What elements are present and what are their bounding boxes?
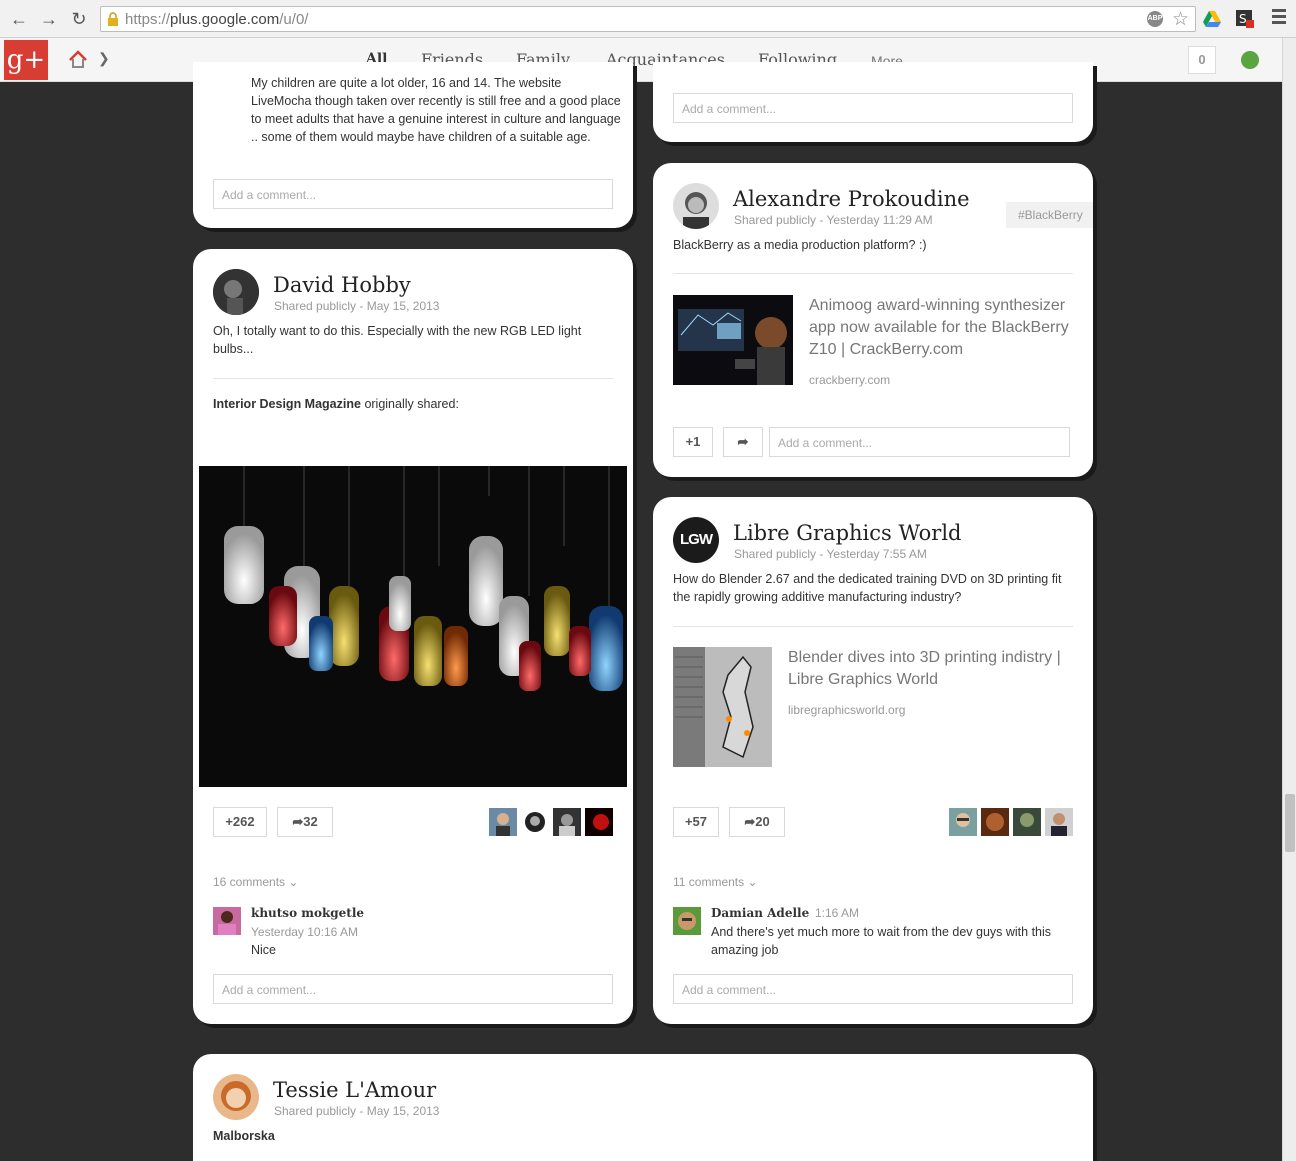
post-card-top-right: Add a comment... [653,62,1093,142]
post-text: How do Blender 2.67 and the dedicated tr… [673,572,1062,604]
link-domain[interactable]: libregraphicsworld.org [788,703,905,717]
bookmark-star-icon[interactable]: ☆ [1172,8,1189,31]
chevron-right-icon[interactable]: ❯ [98,50,110,67]
avatar[interactable] [489,808,517,836]
chevron-down-icon: ⌄ [288,875,299,889]
home-icon[interactable] [68,50,88,68]
url-text: https://plus.google.com/u/0/ [125,11,309,28]
divider [673,626,1073,627]
comment-input[interactable]: Add a comment... [213,974,613,1004]
address-bar[interactable]: https://plus.google.com/u/0/ ABP ☆ [100,6,1196,32]
post-card-libre-graphics-world: LGW Libre Graphics World Shared publicly… [653,497,1093,1024]
share-button[interactable]: ➦32 [277,807,333,837]
author-name[interactable]: Libre Graphics World [733,521,961,545]
gplus-logo[interactable]: g+ [4,40,48,80]
avatar[interactable] [521,808,549,836]
comment-input[interactable]: Add a comment... [213,179,613,209]
avatar[interactable]: LGW [673,517,719,563]
comment-text: Nice [251,943,277,957]
hangouts-icon[interactable] [1241,51,1259,69]
avatar[interactable] [213,907,241,935]
comment-text: And there's yet much more to wait from t… [711,925,1052,957]
hashtag-badge[interactable]: #BlackBerry [1006,202,1093,228]
post-meta: Shared publicly - May 15, 2013 [274,299,440,313]
post-text: My children are quite a lot older, 16 an… [251,76,621,144]
commenter-name[interactable]: khutso mokgetle [251,906,364,920]
post-card-top-left: My children are quite a lot older, 16 an… [193,62,633,228]
plus-one-button[interactable]: +57 [673,807,719,837]
scrollbar-thumb[interactable] [1285,794,1295,852]
browser-menu-icon[interactable] [1272,9,1286,25]
divider [213,378,613,379]
extension-icon[interactable]: S [1235,9,1255,29]
plus-one-button[interactable]: +262 [213,807,267,837]
google-drive-icon[interactable] [1202,9,1222,29]
scrollbar[interactable] [1282,38,1296,1161]
avatar[interactable] [673,183,719,229]
back-arrow-icon[interactable]: ← [8,8,30,30]
divider [673,273,1073,274]
avatar[interactable] [585,808,613,836]
avatar[interactable] [949,808,977,836]
avatar[interactable] [213,269,259,315]
avatar[interactable] [1045,808,1073,836]
plus-one-button[interactable]: +1 [673,427,713,457]
share-arrow-icon: ➦ [737,434,749,449]
browser-toolbar: ← → ↻ https://plus.google.com/u/0/ ABP ☆… [0,0,1296,38]
comment-input[interactable]: Add a comment... [673,93,1073,123]
post-text: Malborska [213,1129,275,1143]
avatar[interactable] [213,1074,259,1120]
adblock-icon[interactable]: ABP [1147,11,1163,27]
reshare-origin: Interior Design Magazine originally shar… [213,397,459,411]
forward-arrow-icon[interactable]: → [38,8,60,30]
origin-author[interactable]: Interior Design Magazine [213,397,361,411]
share-arrow-icon: ➦ [744,814,756,829]
link-domain[interactable]: crackberry.com [809,373,890,387]
post-text: Oh, I totally want to do this. Especiall… [213,324,582,356]
avatar[interactable] [673,907,701,935]
avatar[interactable] [1013,808,1041,836]
chevron-down-icon: ⌄ [747,875,758,889]
author-name[interactable]: Tessie L'Amour [273,1078,436,1102]
post-card-alexandre-prokoudine: Alexandre Prokoudine Shared publicly - Y… [653,163,1093,477]
comments-count[interactable]: 16 comments ⌄ [213,875,298,889]
post-meta: Shared publicly - Yesterday 11:29 AM [734,213,933,227]
post-meta: Shared publicly - Yesterday 7:55 AM [734,547,927,561]
svg-text:S: S [1239,12,1247,26]
link-title[interactable]: Animoog award-winning synthesizer app no… [809,295,1073,361]
avatar[interactable] [981,808,1009,836]
reload-icon[interactable]: ↻ [68,8,90,30]
post-image[interactable] [199,466,627,787]
comment-time: 1:16 AM [815,906,860,920]
lock-icon [108,12,118,26]
share-button[interactable]: ➦ [723,427,763,457]
share-arrow-icon: ➦ [292,814,304,829]
avatar[interactable] [553,808,581,836]
comment-time: Yesterday 10:16 AM [251,925,358,939]
comments-count[interactable]: 11 comments ⌄ [673,875,758,889]
link-title[interactable]: Blender dives into 3D printing indistry … [788,647,1073,691]
comment-input[interactable]: Add a comment... [769,427,1070,457]
commenter-name[interactable]: Damian Adelle [711,906,809,920]
post-card-david-hobby: David Hobby Shared publicly - May 15, 20… [193,249,633,1024]
link-thumbnail[interactable] [673,295,793,385]
notification-count[interactable]: 0 [1188,46,1216,74]
comment-input[interactable]: Add a comment... [673,974,1073,1004]
post-text: BlackBerry as a media production platfor… [673,238,927,252]
post-meta: Shared publicly - May 15, 2013 [274,1104,440,1118]
author-name[interactable]: David Hobby [273,273,411,297]
link-thumbnail[interactable] [673,647,772,767]
post-card-tessie-lamour: Tessie L'Amour Shared publicly - May 15,… [193,1054,1093,1161]
author-name[interactable]: Alexandre Prokoudine [733,187,970,211]
share-button[interactable]: ➦20 [729,807,785,837]
